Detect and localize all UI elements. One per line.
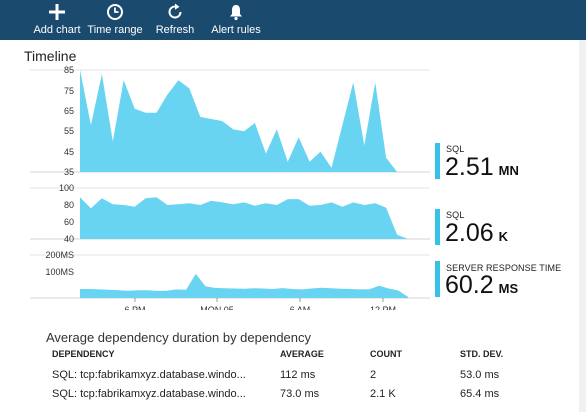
time-range-label: Time range	[87, 24, 143, 36]
column-header-count[interactable]: COUNT	[370, 349, 402, 359]
series-area	[80, 273, 408, 298]
average-cell: 112 ms	[280, 369, 316, 381]
dependency-table-title: Average dependency duration by dependenc…	[46, 330, 312, 345]
x-tick-label: MON 05	[200, 305, 234, 310]
y-tick-label: 100MS	[45, 267, 74, 277]
count-cell: 2	[370, 369, 377, 381]
metric-accent-bar	[435, 261, 440, 297]
y-tick-label: 85	[64, 65, 74, 75]
y-tick-label: 40	[64, 234, 74, 244]
x-tick-label: 6 PM	[124, 305, 145, 310]
y-tick-label: 60	[64, 217, 74, 227]
refresh-button[interactable]: Refresh	[155, 3, 195, 39]
alert-rules-button[interactable]: Alert rules	[211, 3, 261, 39]
dependency-name-cell[interactable]: SQL: tcp:fabrikamxyz.database.windo...	[52, 388, 246, 400]
x-tick-label: 12 PM	[370, 305, 396, 310]
add-chart-button[interactable]: Add chart	[33, 3, 81, 39]
column-header-std-dev[interactable]: STD. DEV.	[460, 349, 503, 359]
count-cell: 2.1 K	[370, 388, 396, 400]
y-tick-label: 200MS	[45, 250, 74, 260]
y-tick-label: 45	[64, 147, 74, 157]
refresh-icon	[168, 3, 182, 19]
average-cell: 73.0 ms	[280, 388, 320, 400]
series-area	[80, 70, 408, 172]
y-tick-label: 75	[64, 86, 74, 96]
y-tick-label: 80	[64, 200, 74, 210]
y-tick-label: 65	[64, 106, 74, 116]
y-tick-label: 100	[59, 183, 74, 193]
metric-value-row: 2.06 K	[445, 219, 508, 248]
metric-value: 60.2	[445, 271, 494, 299]
column-header-average[interactable]: AVERAGE	[280, 349, 324, 359]
bell-icon	[230, 5, 242, 21]
metric-unit: K	[498, 229, 509, 244]
y-tick-label: 55	[64, 126, 74, 136]
command-bar: Add chart Time range Refresh Alert rules	[0, 0, 586, 40]
std-dev-cell: 65.4 ms	[460, 388, 500, 400]
metric-value-row: 60.2 MS	[445, 271, 518, 300]
alert-rules-label: Alert rules	[211, 24, 261, 36]
timeline-chart: 85 75 65 55 45 35 100 80 60 40 200MS 100MS 6 PM MON 0…	[30, 65, 430, 310]
y-tick-label: 35	[64, 167, 74, 177]
std-dev-cell: 53.0 ms	[460, 369, 500, 381]
dependency-name-cell[interactable]: SQL: tcp:fabrikamxyz.database.windo...	[52, 369, 246, 381]
plus-icon	[49, 4, 65, 20]
series-area	[80, 197, 408, 239]
metric-unit: MN	[498, 163, 519, 178]
x-tick-label: 6 AM	[290, 305, 311, 310]
column-header-dependency[interactable]: DEPENDENCY	[52, 349, 115, 359]
metric-value: 2.06	[445, 219, 494, 247]
add-chart-label: Add chart	[33, 24, 81, 36]
refresh-label: Refresh	[155, 24, 195, 36]
time-range-button[interactable]: Time range	[87, 3, 143, 39]
clock-icon	[107, 4, 123, 20]
metric-unit: MS	[498, 281, 519, 296]
metric-value-row: 2.51 MN	[445, 153, 519, 182]
metric-value: 2.51	[445, 153, 494, 181]
metric-accent-bar	[435, 143, 440, 179]
metric-accent-bar	[435, 209, 440, 245]
vertical-scrollbar[interactable]	[579, 40, 586, 412]
